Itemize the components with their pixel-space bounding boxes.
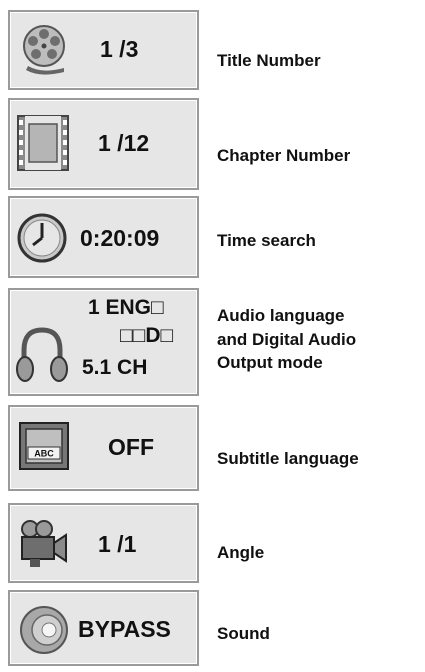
chapter-number-value: 1 /12 (98, 130, 150, 156)
audio-language-value: 1 ENG□ (88, 296, 164, 319)
time-search-label: Time search (217, 231, 316, 250)
chapter-number-label: Chapter Number (217, 146, 351, 165)
title-number-value: 1 /3 (100, 36, 139, 62)
title-number-label: Title Number (217, 51, 321, 70)
speaker-icon (20, 606, 68, 654)
angle-label: Angle (217, 543, 265, 562)
audio-panel[interactable]: 1 ENG□ □□D□ 5.1 CH (8, 288, 199, 396)
chapter-panel[interactable]: 1 /12 (8, 98, 199, 190)
subtitle-tv-icon: ABC (19, 422, 69, 470)
time-panel[interactable]: 0:20:09 (8, 196, 199, 278)
angle-panel[interactable]: 1 /1 (8, 503, 199, 583)
subtitle-value: OFF (108, 434, 154, 460)
subtitle-panel[interactable]: ABC OFF (8, 405, 199, 491)
time-value: 0:20:09 (80, 225, 160, 251)
sound-value: BYPASS (78, 616, 171, 642)
film-reel-icon (23, 25, 65, 75)
audio-label-line-2: and Digital Audio (217, 330, 357, 349)
sound-panel[interactable]: BYPASS (8, 590, 199, 666)
digital-audio-mode-value: □□D□ (120, 324, 174, 347)
headphones-icon (16, 327, 68, 382)
subtitle-language-label: Subtitle language (217, 449, 359, 468)
camera-angle-icon (21, 520, 67, 567)
angle-value: 1 /1 (98, 531, 137, 557)
clock-icon (17, 213, 67, 263)
audio-channels-value: 5.1 CH (82, 356, 148, 379)
title-panel[interactable]: 1 /3 (8, 10, 199, 90)
audio-label-line-1: Audio language (217, 306, 345, 325)
audio-label-line-3: Output mode (217, 353, 323, 372)
svg-text:ABC: ABC (34, 449, 54, 459)
sound-label: Sound (217, 624, 270, 643)
film-strip-icon (17, 115, 69, 171)
